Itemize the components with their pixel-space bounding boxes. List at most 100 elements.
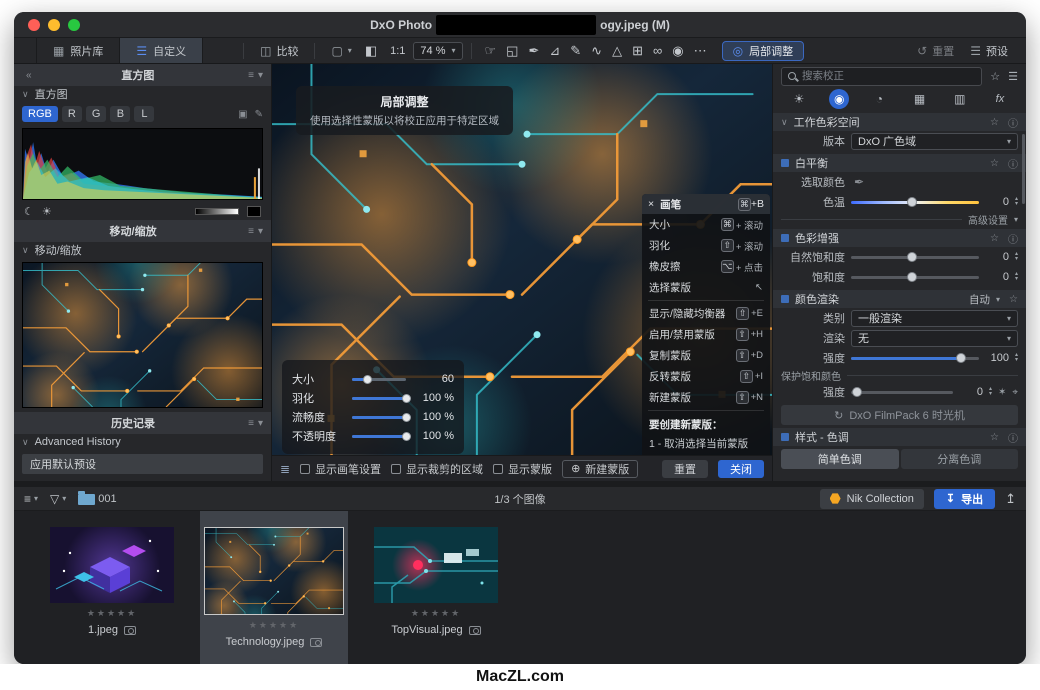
monitor-icon[interactable]: ▣ <box>238 109 247 120</box>
style-toning-section-header[interactable]: 样式 - 色调 ☆ ⓘ <box>773 428 1026 446</box>
hand-tool-icon[interactable]: ☞ <box>480 43 502 59</box>
filmstrip-item-technology-selected[interactable]: ★★★★★ Technology.jpeg <box>200 511 348 664</box>
show-mask-checkbox[interactable]: 显示蒙版 <box>493 461 552 477</box>
menu-icon[interactable]: ≡ <box>248 418 254 429</box>
panel-menu-icon[interactable]: ☰ <box>1008 70 1018 83</box>
new-mask-button[interactable]: ⊕ 新建蒙版 <box>562 460 638 478</box>
advanced-settings-row[interactable]: 高级设置 ▾ <box>773 212 1026 226</box>
close-window-button[interactable] <box>28 19 40 31</box>
close-local-adjust-button[interactable]: 关闭 <box>718 460 764 478</box>
stepper[interactable]: ▴▾ <box>1015 353 1018 363</box>
history-subheader[interactable]: ∨ Advanced History <box>14 434 271 450</box>
pen-tool-icon[interactable]: ✎ <box>565 43 586 59</box>
temperature-slider[interactable] <box>851 196 979 209</box>
main-image[interactable]: 局部调整 使用选择性蒙版以将校正应用于特定区域 × 画笔 ⌘+B 大小⌘+ 滚动… <box>272 64 772 455</box>
tab-fx-icon[interactable]: fx <box>990 89 1010 109</box>
menu-item-feather[interactable]: 羽化⇧+ 滚动 <box>642 235 770 256</box>
current-folder[interactable]: 001 <box>78 492 116 505</box>
info-icon[interactable]: ⓘ <box>1008 115 1018 130</box>
stepper[interactable]: ▴▾ <box>1015 252 1018 262</box>
star-icon[interactable]: ☆ <box>990 432 999 443</box>
menu-icon[interactable]: ≡ <box>248 70 254 81</box>
grid-overlay-icon[interactable]: ⊞ <box>627 43 648 59</box>
tab-time-icon[interactable]: ◔ <box>869 89 889 109</box>
star-icon[interactable]: ☆ <box>1009 294 1018 305</box>
brush-feather-slider[interactable] <box>352 393 406 403</box>
info-icon[interactable]: ⓘ <box>1008 156 1018 171</box>
zoom-level-dropdown[interactable]: 74 % ▾ <box>413 42 462 60</box>
tab-detail-icon[interactable]: ▦ <box>910 89 930 109</box>
auto-label[interactable]: 自动 <box>969 292 990 307</box>
menu-item-toggle-equalizer[interactable]: 显示/隐藏均衡器⇧+E <box>642 303 770 324</box>
channel-b-button[interactable]: B <box>110 106 130 122</box>
brush-size-slider[interactable] <box>352 374 406 384</box>
image-canvas[interactable]: 局部调整 使用选择性蒙版以将校正应用于特定区域 × 画笔 ⌘+B 大小⌘+ 滚动… <box>272 64 772 481</box>
show-cropped-area-checkbox[interactable]: 显示裁剪的区域 <box>391 461 483 477</box>
minimize-window-button[interactable] <box>48 19 60 31</box>
enabled-indicator[interactable] <box>781 234 789 242</box>
category-dropdown[interactable]: 一般渲染 ▾ <box>851 310 1018 327</box>
stepper[interactable]: ▴▾ <box>1015 197 1018 207</box>
stepper[interactable]: ▴▾ <box>989 387 992 397</box>
tab-color-icon[interactable]: ◉ <box>829 89 849 109</box>
presets-button[interactable]: ☰ 预设 <box>962 43 1016 59</box>
eyedropper-tool-icon[interactable]: ✒ <box>523 43 544 59</box>
pen-icon[interactable]: ✎ <box>255 109 263 120</box>
color-rendering-section-header[interactable]: 颜色渲染 自动 ▾ ☆ <box>773 290 1026 308</box>
simple-toning-button[interactable]: 简单色调 <box>781 449 899 469</box>
menu-item-invert-mask[interactable]: 反转蒙版⇧+I <box>642 366 770 387</box>
thumbnail-image[interactable] <box>50 527 174 603</box>
reset-button[interactable]: ↺ 重置 <box>909 43 962 59</box>
rendering-dropdown[interactable]: 无 ▾ <box>851 330 1018 347</box>
zoom-1-1-button[interactable]: 1:1 <box>382 45 413 57</box>
brush-flow-slider[interactable] <box>352 412 406 422</box>
link-tool-icon[interactable]: ∞ <box>648 43 667 58</box>
compare-button[interactable]: ◫ 比较 <box>252 43 306 59</box>
local-adjustments-button[interactable]: ◎ 局部调整 <box>722 41 804 61</box>
menu-item-size[interactable]: 大小⌘+ 滚动 <box>642 214 770 235</box>
star-rating[interactable]: ★★★★★ <box>249 620 299 631</box>
checkbox[interactable] <box>300 464 310 474</box>
polygon-tool-icon[interactable]: △ <box>607 43 627 59</box>
menu-item-new-mask[interactable]: 新建蒙版⇧+N <box>642 387 770 408</box>
horizon-tool-icon[interactable]: ⊿ <box>544 43 565 59</box>
tab-geometry-icon[interactable]: ▥ <box>950 89 970 109</box>
enabled-indicator[interactable] <box>781 295 789 303</box>
channel-l-button[interactable]: L <box>134 106 154 122</box>
shadow-clipping-icon[interactable]: ☾ <box>24 205 34 218</box>
menu-item-duplicate-mask[interactable]: 复制蒙版⇧+D <box>642 345 770 366</box>
navigator-subheader[interactable]: ∨ 移动/缩放 <box>14 242 271 258</box>
split-toning-button[interactable]: 分离色调 <box>901 449 1019 469</box>
thumbnail-image[interactable] <box>374 527 498 603</box>
filmstrip-item-1[interactable]: ★★★★★ 1.jpeg <box>38 511 186 664</box>
search-input[interactable] <box>802 70 975 82</box>
equalizer-icon[interactable]: ≣ <box>280 462 290 476</box>
reticle-icon[interactable]: ⌖ <box>1012 387 1018 398</box>
highlight-clipping-icon[interactable]: ☀ <box>42 205 52 218</box>
color-space-dropdown[interactable]: DxO 广色域 ▾ <box>851 133 1018 150</box>
history-item-default-preset[interactable]: 应用默认预设 <box>22 454 263 474</box>
color-enhance-section-header[interactable]: 色彩增强 ☆ ⓘ <box>773 229 1026 247</box>
star-icon[interactable]: ☆ <box>990 158 999 169</box>
checkbox[interactable] <box>493 464 503 474</box>
thumbnail-image[interactable] <box>204 527 344 615</box>
intensity-slider[interactable] <box>851 352 979 365</box>
navigator-thumbnail[interactable] <box>22 262 263 408</box>
show-corrections-eye-icon[interactable]: ◉ <box>667 43 688 59</box>
scrollbar[interactable] <box>1022 134 1025 204</box>
histogram-section-header[interactable]: « 直方图 ≡ ▾ <box>14 64 271 86</box>
close-icon[interactable]: × <box>648 198 654 210</box>
enabled-indicator[interactable] <box>781 433 789 441</box>
split-view-icon[interactable]: ◧ <box>360 43 382 59</box>
navigator-section-header[interactable]: 移动/缩放 ≡ ▾ <box>14 220 271 242</box>
info-icon[interactable]: ⓘ <box>1008 430 1018 445</box>
protect-intensity-slider[interactable] <box>851 386 953 399</box>
zoom-window-button[interactable] <box>68 19 80 31</box>
reset-mask-button[interactable]: 重置 <box>662 460 708 478</box>
histogram-subheader[interactable]: ∨ 直方图 <box>14 86 271 102</box>
nik-collection-button[interactable]: Nik Collection <box>820 489 924 509</box>
tab-light-icon[interactable]: ☀ <box>789 89 809 109</box>
star-rating[interactable]: ★★★★★ <box>411 608 461 619</box>
history-section-header[interactable]: 历史记录 ≡ ▾ <box>14 412 271 434</box>
filmstrip-item-topvisual[interactable]: ★★★★★ TopVisual.jpeg <box>362 511 510 664</box>
